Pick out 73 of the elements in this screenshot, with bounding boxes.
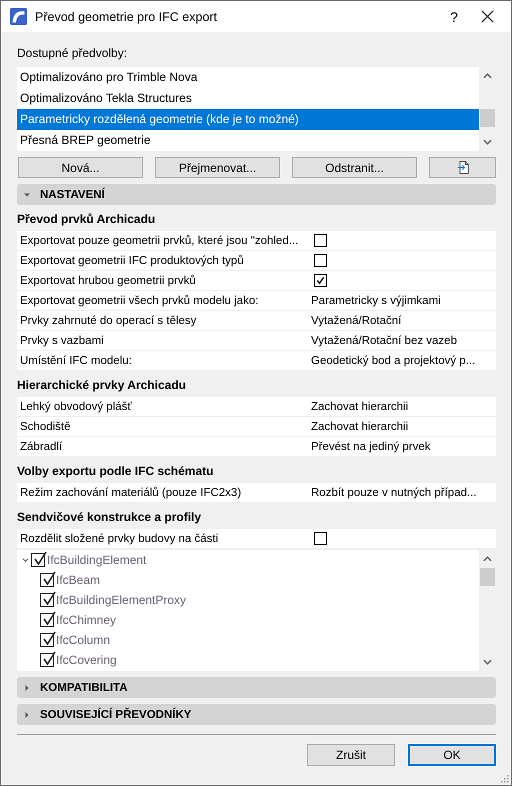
section-header[interactable]: KOMPATIBILITA [17, 677, 496, 698]
section-header[interactable]: SOUVISEJÍCÍ PŘEVODNÍKY [17, 704, 496, 725]
setting-label: Exportovat pouze geometrii prvků, které jsou "zohled... [19, 234, 300, 246]
expand-triangle-icon [24, 712, 30, 718]
scroll-up-icon[interactable] [483, 73, 492, 79]
tree-checkbox[interactable] [40, 573, 54, 587]
expand-caret-icon[interactable] [22, 558, 29, 562]
scroll-down-icon[interactable] [483, 139, 492, 145]
group-heading: Sendvičové konstrukce a profily [17, 510, 202, 526]
setting-label: Exportovat geometrii IFC produktových typů [19, 254, 245, 266]
help-button[interactable]: ? [431, 8, 477, 24]
tree-checkbox[interactable] [40, 653, 54, 667]
setting-value[interactable]: Převést na jediný prvek [308, 440, 431, 452]
setting-label: Rozdělit složené prvky budovy na části [19, 532, 220, 544]
section-title: SOUVISEJÍCÍ PŘEVODNÍKY [40, 708, 192, 720]
app-logo-icon [10, 8, 27, 25]
preset-button[interactable]: Nová... [18, 157, 143, 178]
setting-value[interactable]: Vytažená/Rotační [308, 314, 402, 326]
preset-item[interactable]: Přesná BREP geometrie [17, 130, 479, 151]
close-icon[interactable] [481, 10, 494, 23]
cancel-button[interactable]: Zrušit [307, 744, 395, 766]
setting-value[interactable]: Parametricky s výjimkami [308, 294, 441, 306]
tree-item[interactable]: IfcBeam [56, 573, 100, 587]
setting-value[interactable]: Zachovat hierarchii [308, 400, 408, 412]
preset-button[interactable]: Přejmenovat... [155, 157, 280, 178]
section-title: KOMPATIBILITA [40, 682, 128, 694]
group-heading: Převod prvků Archicadu [17, 212, 156, 228]
scrollbar-thumb[interactable] [480, 568, 495, 586]
checkbox[interactable] [314, 532, 327, 545]
preset-item[interactable]: Optimalizováno pro Trimble Nova [17, 67, 479, 88]
setting-value[interactable]: Geodetický bod a projektový p... [308, 354, 476, 366]
window-title: Převod geometrie pro IFC export [35, 10, 218, 24]
setting-value[interactable]: Vytažená/Rotační bez vazeb [308, 334, 457, 346]
setting-value[interactable]: Rozbít pouze v nutných případ... [308, 486, 477, 498]
section-title: NASTAVENÍ [40, 188, 105, 200]
tree-checkbox[interactable] [31, 553, 45, 567]
group-heading: Hierarchické prvky Archicadu [17, 378, 187, 394]
group-heading: Volby exportu podle IFC schématu [17, 464, 214, 480]
expand-triangle-icon [24, 192, 30, 198]
tree-checkbox[interactable] [40, 593, 54, 607]
tree-checkbox[interactable] [40, 633, 54, 647]
setting-label: Prvky s vazbami [19, 334, 105, 346]
scroll-up-icon[interactable] [483, 556, 492, 562]
scroll-down-icon[interactable] [483, 659, 492, 665]
setting-value[interactable]: Zachovat hierarchii [308, 420, 408, 432]
setting-label: Umístění IFC modelu: [19, 354, 133, 366]
import-button[interactable] [429, 157, 496, 178]
checkbox[interactable] [314, 274, 327, 287]
resize-grip-icon[interactable] [501, 775, 509, 783]
expand-triangle-icon [24, 684, 30, 690]
checkbox[interactable] [314, 234, 327, 247]
checkbox[interactable] [314, 254, 327, 267]
setting-label: Exportovat geometrii všech prvků modelu jako: [19, 294, 260, 306]
preset-item[interactable]: Parametricky rozdělená geometrie (kde je to možné) [17, 109, 479, 130]
tree-item[interactable]: IfcBuildingElementProxy [56, 593, 186, 607]
setting-label: Prvky zahrnuté do operací s tělesy [19, 314, 198, 326]
tree-item[interactable]: IfcBuildingElement [47, 553, 146, 567]
tree-item[interactable]: IfcColumn [56, 633, 110, 647]
import-file-icon [456, 160, 468, 175]
setting-label: Zábradlí [19, 440, 64, 452]
setting-label: Lehký obvodový plášť [19, 400, 133, 412]
section-header[interactable]: NASTAVENÍ [17, 184, 496, 205]
scrollbar-thumb[interactable] [480, 109, 495, 127]
setting-label: Schodiště [19, 420, 72, 432]
setting-label: Exportovat hrubou geometrii prvků [19, 274, 197, 286]
preset-button[interactable]: Odstranit... [292, 157, 417, 178]
tree-item[interactable]: IfcChimney [56, 613, 116, 627]
ok-button[interactable]: OK [408, 744, 496, 766]
presets-label: Dostupné předvolby: [17, 46, 128, 62]
tree-checkbox[interactable] [40, 613, 54, 627]
preset-item[interactable]: Optimalizováno Tekla Structures [17, 88, 479, 109]
setting-label: Režim zachování materiálů (pouze IFC2x3) [19, 486, 242, 498]
tree-item[interactable]: IfcCovering [56, 653, 117, 667]
